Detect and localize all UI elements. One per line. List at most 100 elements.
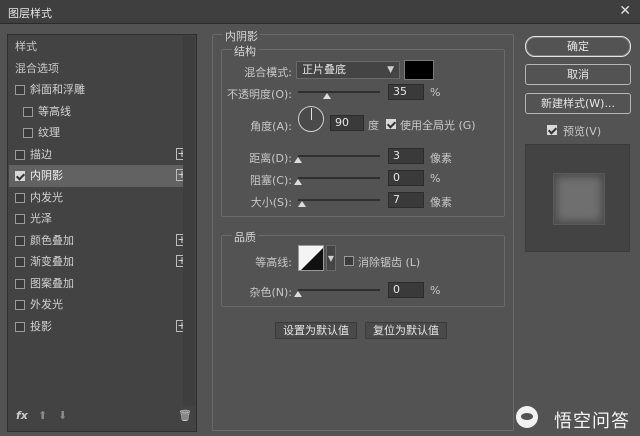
style-list: 样式 混合选项 斜面和浮雕 等高线 纹理 描边 + 内阴影 + 内发光 光泽 颜色叠… [9, 36, 191, 337]
dialog-body: 样式 混合选项 斜面和浮雕 等高线 纹理 描边 + 内阴影 + 内发光 光泽 颜色叠… [0, 24, 640, 436]
inner-glow-checkbox[interactable] [15, 192, 25, 203]
choke-slider-thumb[interactable] [294, 179, 302, 185]
move-down-icon[interactable]: ⬇ [58, 409, 67, 422]
global-light-label: 使用全局光 (G) [400, 119, 476, 132]
contour-preview[interactable] [298, 245, 324, 271]
new-style-button[interactable]: 新建样式(W)... [525, 93, 631, 114]
size-slider-track[interactable] [298, 199, 380, 201]
move-up-icon[interactable]: ⬆ [38, 409, 47, 422]
style-item-label: 颜色叠加 [30, 233, 74, 247]
quality-group: 品质 等高线: ▼ 消除锯齿 (L) 杂色(N): 0 % [221, 229, 505, 307]
style-item-label: 等高线 [38, 104, 71, 118]
reset-default-button[interactable]: 复位为默认值 [365, 322, 447, 339]
fx-icon[interactable]: fx [16, 409, 28, 422]
distance-label: 距离(D): [249, 152, 292, 165]
choke-field[interactable]: 0 [388, 170, 424, 186]
choke-label: 阻塞(C): [250, 174, 292, 187]
color-overlay-checkbox[interactable] [15, 235, 25, 246]
distance-field[interactable]: 3 [388, 148, 424, 164]
antialias-checkbox[interactable] [344, 256, 354, 266]
distance-slider-thumb[interactable] [294, 157, 302, 163]
stroke-checkbox[interactable] [15, 149, 25, 160]
angle-unit: 度 [368, 119, 379, 132]
angle-label: 角度(A): [250, 120, 292, 133]
style-item-label: 光泽 [30, 212, 52, 225]
noise-slider-track[interactable] [298, 289, 380, 291]
bevel-emboss-checkbox[interactable] [15, 85, 25, 95]
satin-checkbox[interactable] [15, 214, 25, 224]
opacity-field[interactable]: 35 [388, 84, 424, 100]
noise-unit: % [430, 284, 441, 297]
distance-slider-track[interactable] [298, 155, 380, 157]
style-item-blending-options[interactable]: 混合选项 [9, 58, 191, 80]
style-item-satin[interactable]: 光泽 [9, 208, 191, 230]
blend-mode-label: 混合模式: [244, 66, 292, 79]
style-item-gradient-overlay[interactable]: 渐变叠加 + [9, 251, 191, 273]
angle-dial[interactable] [298, 106, 324, 132]
contour-checkbox[interactable] [23, 106, 33, 117]
pattern-overlay-checkbox[interactable] [15, 278, 25, 289]
set-default-button[interactable]: 设置为默认值 [275, 322, 357, 339]
blend-mode-dropdown[interactable]: 正片叠底 ▼ [296, 61, 400, 79]
style-item-label: 样式 [15, 40, 37, 53]
global-light-checkbox[interactable] [386, 119, 396, 129]
opacity-label: 不透明度(O): [227, 88, 292, 101]
style-item-contour[interactable]: 等高线 [9, 101, 191, 123]
watermark: 悟空问答 [490, 406, 630, 432]
style-item-drop-shadow[interactable]: 投影 + [9, 316, 191, 338]
angle-dial-needle [311, 108, 312, 120]
style-item-inner-shadow[interactable]: 内阴影 + [9, 165, 191, 187]
preview-box [525, 144, 630, 252]
styles-scrollbar[interactable] [183, 36, 195, 406]
ok-button[interactable]: 确定 [525, 36, 631, 57]
style-item-label: 混合选项 [15, 61, 59, 75]
trash-icon[interactable]: 🗑 [178, 409, 192, 422]
angle-field[interactable]: 90 [330, 115, 364, 131]
style-item-label: 描边 [30, 147, 52, 161]
size-field[interactable]: 7 [388, 192, 424, 208]
contour-dropdown-chevron-icon[interactable]: ▼ [326, 245, 336, 271]
preview-swatch [553, 173, 605, 225]
wukong-logo-icon [516, 406, 538, 428]
styles-footer: fx ⬆ ⬇ 🗑 [14, 409, 192, 425]
style-item-bevel-emboss[interactable]: 斜面和浮雕 [9, 79, 191, 101]
size-label: 大小(S): [250, 196, 292, 209]
style-item-label: 投影 [30, 319, 52, 333]
opacity-slider-thumb[interactable] [322, 93, 331, 99]
choke-unit: % [430, 172, 441, 185]
noise-label: 杂色(N): [249, 286, 292, 299]
outer-glow-checkbox[interactable] [15, 300, 25, 310]
style-item-label: 斜面和浮雕 [30, 83, 85, 96]
drop-shadow-checkbox[interactable] [15, 321, 25, 332]
inner-shadow-title: 内阴影 [223, 28, 260, 44]
style-item-label: 内发光 [30, 190, 63, 204]
style-item-inner-glow[interactable]: 内发光 [9, 187, 191, 209]
style-item-label: 图案叠加 [30, 276, 74, 290]
styles-panel: 样式 混合选项 斜面和浮雕 等高线 纹理 描边 + 内阴影 + 内发光 光泽 颜色叠… [7, 34, 197, 432]
opacity-slider-track[interactable] [298, 91, 380, 93]
inner-shadow-checkbox[interactable] [15, 171, 25, 181]
style-item-stroke[interactable]: 描边 + [9, 144, 191, 166]
preview-checkbox[interactable] [547, 125, 557, 135]
cancel-button[interactable]: 取消 [525, 64, 631, 85]
noise-field[interactable]: 0 [388, 282, 424, 298]
style-item-label: 外发光 [30, 298, 63, 311]
blend-mode-value: 正片叠底 [302, 63, 346, 76]
style-item-pattern-overlay[interactable]: 图案叠加 [9, 273, 191, 295]
window-title: 图层样式 [8, 7, 52, 20]
noise-slider-thumb[interactable] [294, 291, 302, 297]
style-item-texture[interactable]: 纹理 [9, 122, 191, 144]
texture-checkbox[interactable] [23, 128, 33, 138]
style-item-label: 渐变叠加 [30, 255, 74, 268]
style-item-styles[interactable]: 样式 [9, 36, 191, 58]
style-item-outer-glow[interactable]: 外发光 [9, 294, 191, 316]
size-slider-thumb[interactable] [298, 201, 306, 207]
gradient-overlay-checkbox[interactable] [15, 257, 25, 267]
style-item-label: 内阴影 [30, 169, 63, 182]
choke-slider-track[interactable] [298, 177, 380, 179]
close-icon[interactable]: ✕ [619, 3, 631, 19]
style-item-color-overlay[interactable]: 颜色叠加 + [9, 230, 191, 252]
shadow-color-swatch[interactable] [404, 60, 434, 80]
distance-unit: 像素 [430, 152, 452, 165]
chevron-down-icon: ▼ [387, 65, 394, 75]
